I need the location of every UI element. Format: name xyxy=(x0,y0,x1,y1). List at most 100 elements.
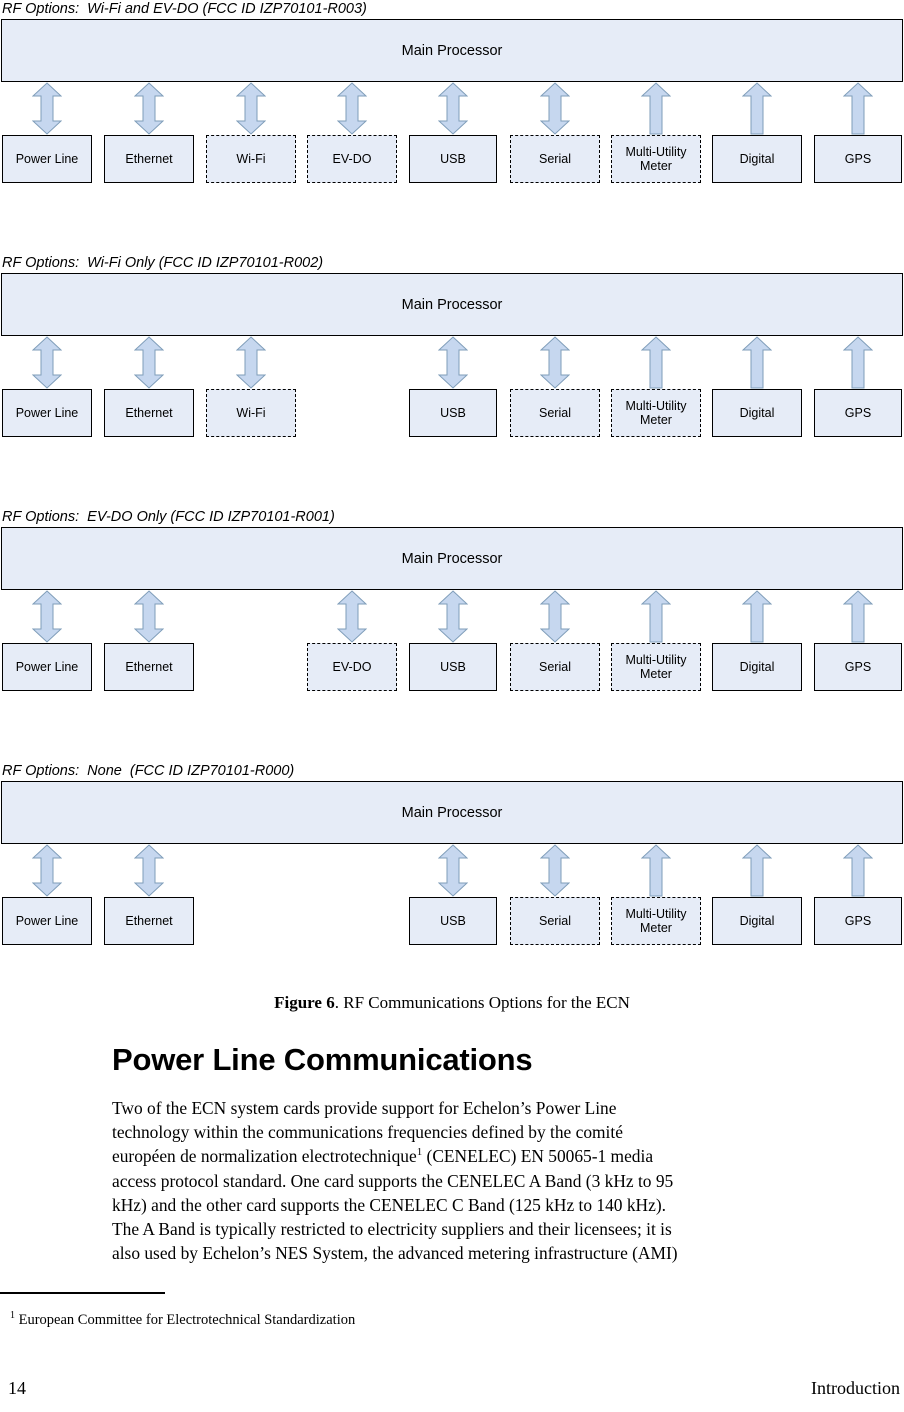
interface-box-row: Power Line Ethernet USB Serial Multi-Utility… xyxy=(0,897,904,945)
footnote: 1 European Committee for Electrotechnica… xyxy=(10,1311,355,1329)
rf-option-diagram-1: RF Options: Wi-Fi and EV-DO (FCC ID IZP7… xyxy=(0,0,904,183)
interface-box-label: Serial xyxy=(539,660,571,674)
bidirectional-arrow-icon xyxy=(32,82,62,135)
interface-box: Multi-Utility Meter xyxy=(611,897,701,945)
para-line-8: also used by Echelon’s NES System, the a… xyxy=(112,1243,678,1264)
interface-box-row: Power Line Ethernet Wi-Fi USB Serial Multi-Ut… xyxy=(0,389,904,437)
para-line-1: Two of the ECN system cards provide supp… xyxy=(112,1098,617,1118)
interface-box: Wi-Fi xyxy=(206,389,296,437)
page-section-name: Introduction xyxy=(811,1378,900,1398)
unidirectional-arrow-icon xyxy=(641,336,671,389)
connector-row xyxy=(0,336,904,389)
interface-box: Power Line xyxy=(2,897,92,945)
interface-box-label: Power Line xyxy=(15,152,79,166)
interface-box-label: Power Line xyxy=(15,406,79,420)
main-processor-box: Main Processor xyxy=(1,527,903,590)
section-heading: Power Line Communications xyxy=(112,1042,533,1077)
interface-box-label: Multi-Utility Meter xyxy=(625,907,687,935)
unidirectional-arrow-icon xyxy=(843,844,873,897)
interface-box: USB xyxy=(409,389,497,437)
interface-box-label: EV-DO xyxy=(332,660,372,674)
unidirectional-arrow-icon xyxy=(742,82,772,135)
interface-box-label: Serial xyxy=(539,406,571,420)
rf-option-title: RF Options: Wi-Fi and EV-DO (FCC ID IZP7… xyxy=(2,1,367,17)
interface-box: Wi-Fi xyxy=(206,135,296,183)
interface-box-label: Ethernet xyxy=(125,406,173,420)
interface-box: Ethernet xyxy=(104,389,194,437)
unidirectional-arrow-icon xyxy=(641,590,671,643)
interface-box: Serial xyxy=(510,389,600,437)
interface-box-label: GPS xyxy=(844,660,872,674)
bidirectional-arrow-icon xyxy=(134,844,164,897)
para-line-4: (CENELEC) EN 50065-1 media xyxy=(422,1146,654,1167)
bidirectional-arrow-icon xyxy=(32,590,62,643)
rf-option-diagram-2: RF Options: Wi-Fi Only (FCC ID IZP70101-… xyxy=(0,254,904,437)
connector-row xyxy=(0,844,904,897)
interface-box: Power Line xyxy=(2,389,92,437)
page-number: 14 xyxy=(8,1378,26,1398)
para-line-7: The A Band is typically restricted to el… xyxy=(112,1219,672,1240)
bidirectional-arrow-icon xyxy=(134,82,164,135)
unidirectional-arrow-icon xyxy=(843,336,873,389)
interface-box-label: Multi-Utility Meter xyxy=(625,145,687,173)
main-processor-label: Main Processor xyxy=(401,296,503,313)
para-line-2: technology within the communications fre… xyxy=(112,1122,623,1143)
interface-box: USB xyxy=(409,643,497,691)
interface-box: EV-DO xyxy=(307,643,397,691)
interface-box-label: Serial xyxy=(539,914,571,928)
para-line-3: européen de normalization electrotechniq… xyxy=(112,1146,417,1167)
interface-box: Digital xyxy=(712,897,802,945)
bidirectional-arrow-icon xyxy=(236,82,266,135)
bidirectional-arrow-icon xyxy=(540,336,570,389)
interface-box-label: GPS xyxy=(844,914,872,928)
interface-box: USB xyxy=(409,897,497,945)
bidirectional-arrow-icon xyxy=(438,336,468,389)
unidirectional-arrow-icon xyxy=(843,590,873,643)
interface-box-label: Digital xyxy=(739,152,775,166)
interface-box: Digital xyxy=(712,643,802,691)
main-processor-box: Main Processor xyxy=(1,781,903,844)
rf-option-diagram-3: RF Options: EV-DO Only (FCC ID IZP70101-… xyxy=(0,508,904,691)
unidirectional-arrow-icon xyxy=(641,82,671,135)
bidirectional-arrow-icon xyxy=(540,82,570,135)
interface-box-label: USB xyxy=(440,406,466,420)
interface-box-label: Ethernet xyxy=(125,152,173,166)
interface-box: Digital xyxy=(712,389,802,437)
interface-box: GPS xyxy=(814,135,902,183)
interface-box-label: Digital xyxy=(739,406,775,420)
interface-box: Ethernet xyxy=(104,897,194,945)
unidirectional-arrow-icon xyxy=(742,336,772,389)
connector-row xyxy=(0,82,904,135)
interface-box-label: USB xyxy=(440,152,466,166)
interface-box-label: Ethernet xyxy=(125,914,173,928)
interface-box-label: Digital xyxy=(739,914,775,928)
interface-box-label: Multi-Utility Meter xyxy=(625,399,687,427)
bidirectional-arrow-icon xyxy=(337,590,367,643)
bidirectional-arrow-icon xyxy=(540,844,570,897)
interface-box-label: Ethernet xyxy=(125,660,173,674)
interface-box: EV-DO xyxy=(307,135,397,183)
bidirectional-arrow-icon xyxy=(134,336,164,389)
interface-box-label: Wi-Fi xyxy=(236,406,266,420)
interface-box-label: Digital xyxy=(739,660,775,674)
para-line-5: access protocol standard. One card suppo… xyxy=(112,1170,674,1191)
main-processor-box: Main Processor xyxy=(1,19,903,82)
interface-box: Multi-Utility Meter xyxy=(611,643,701,691)
interface-box-label: GPS xyxy=(844,406,872,420)
interface-box-label: EV-DO xyxy=(332,152,372,166)
figure-caption-label: Figure 6 xyxy=(274,993,335,1012)
interface-box-row: Power Line Ethernet Wi-Fi EV-DO USB Serial Mul… xyxy=(0,135,904,183)
body-paragraph: Two of the ECN system cards provide supp… xyxy=(112,1096,902,1265)
interface-box: Multi-Utility Meter xyxy=(611,135,701,183)
interface-box: Ethernet xyxy=(104,643,194,691)
bidirectional-arrow-icon xyxy=(438,844,468,897)
interface-box: Serial xyxy=(510,643,600,691)
bidirectional-arrow-icon xyxy=(32,844,62,897)
figure-caption-text: . RF Communications Options for the ECN xyxy=(334,993,630,1012)
interface-box: Serial xyxy=(510,897,600,945)
interface-box-label: USB xyxy=(440,660,466,674)
interface-box: Power Line xyxy=(2,135,92,183)
interface-box-label: Multi-Utility Meter xyxy=(625,653,687,681)
interface-box: Digital xyxy=(712,135,802,183)
main-processor-box: Main Processor xyxy=(1,273,903,336)
